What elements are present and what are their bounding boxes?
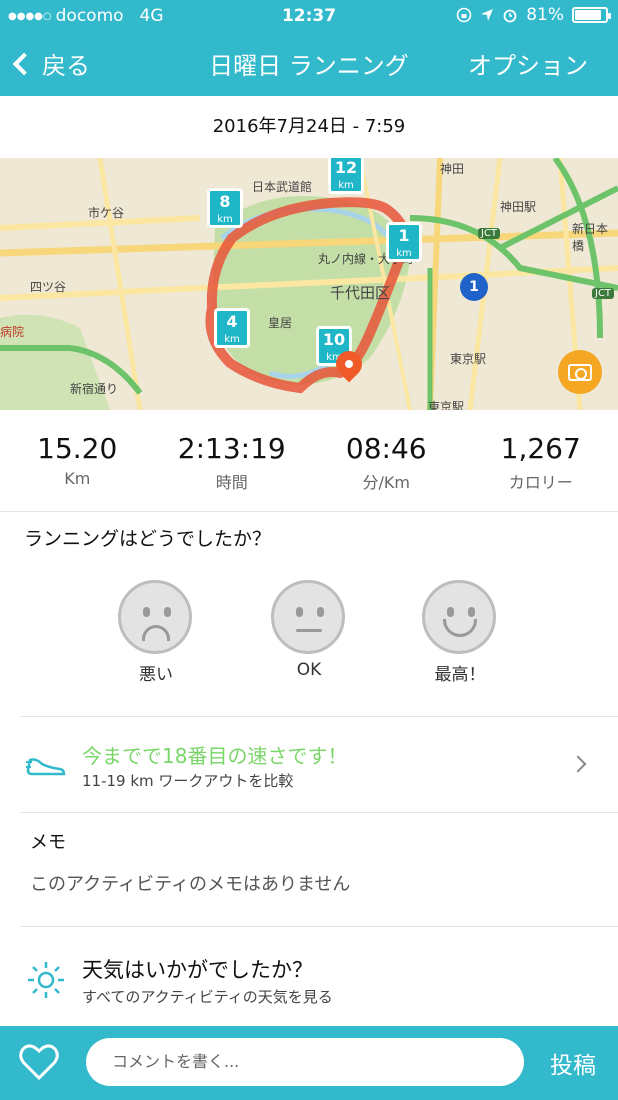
divider xyxy=(20,926,618,927)
feedback-ok-button[interactable]: OK xyxy=(271,580,347,680)
feedback-bad-button[interactable]: 悪い xyxy=(118,580,194,685)
heart-icon[interactable] xyxy=(18,1042,60,1082)
alarm-icon xyxy=(503,9,517,23)
status-right: 81% xyxy=(456,5,611,25)
stat-value: 1,267 xyxy=(500,432,581,465)
map-label: 東京駅 xyxy=(450,352,487,366)
map-label: 新日本橋 xyxy=(572,222,609,253)
stat-value: 2:13:19 xyxy=(177,432,286,465)
happy-face-icon xyxy=(422,580,496,654)
feedback-options: 悪い OK 最高！ xyxy=(0,580,618,690)
feedback-great-button[interactable]: 最高！ xyxy=(422,580,498,685)
distance-marker[interactable]: 12 km xyxy=(328,158,364,194)
compare-subtitle: 11-19 km ワークアウトを比較 xyxy=(82,772,294,790)
chevron-right-icon xyxy=(569,755,587,773)
comment-bar: コメントを書く... 投稿 xyxy=(0,1026,618,1100)
map-label: 東京駅 xyxy=(428,400,465,410)
location-arrow-icon xyxy=(481,9,494,21)
stat-calories: 1,267 カロリー xyxy=(464,410,618,511)
stat-pace: 08:46 分/Km xyxy=(309,410,464,511)
battery-percent: 81% xyxy=(526,5,564,25)
marker-num: 12 xyxy=(334,158,358,177)
stat-unit: 時間 xyxy=(215,473,248,492)
feedback-label: OK xyxy=(296,660,322,680)
route-map[interactable]: 日本武道館 市ケ谷 四ツ谷 神田 神田駅 新日本橋 丸ノ内線・大手町 千代田区 … xyxy=(0,158,618,410)
marker-num: 4 xyxy=(226,312,238,331)
comment-input[interactable]: コメントを書く... xyxy=(86,1038,524,1086)
marker-num: 10 xyxy=(322,330,346,349)
divider xyxy=(20,812,618,813)
map-label: 四ツ谷 xyxy=(30,280,67,294)
battery-icon xyxy=(572,7,611,23)
weather-row[interactable]: 天気はいかがでしたか？ すべてのアクティビティの天気を見る xyxy=(0,928,618,1024)
feedback-label: 悪い xyxy=(139,665,173,685)
map-label: 千代田区 xyxy=(330,284,391,302)
distance-marker[interactable]: 8 km xyxy=(207,188,243,228)
map-label: JCT xyxy=(592,288,615,299)
options-button[interactable]: オプション xyxy=(468,46,588,81)
post-button[interactable]: 投稿 xyxy=(550,1046,596,1080)
distance-marker[interactable]: 1 km xyxy=(386,222,422,262)
stat-unit: 分/Km xyxy=(362,473,410,492)
sad-face-icon xyxy=(118,580,192,654)
feedback-label: 最高！ xyxy=(434,665,486,685)
stat-unit: Km xyxy=(64,469,91,488)
add-photo-button[interactable] xyxy=(558,350,602,394)
stats-row: 15.20 Km 2:13:19 時間 08:46 分/Km 1,267 カロリ… xyxy=(0,410,618,512)
memo-title: メモ xyxy=(30,832,66,853)
compare-title: 今までで18番目の速さです！ xyxy=(82,744,348,768)
map-label: 皇居 xyxy=(268,316,293,330)
map-label: 病院 xyxy=(0,325,25,339)
nav-bar: 戻る 日曜日 ランニング オプション xyxy=(0,32,618,96)
map-label: 神田 xyxy=(440,162,465,176)
map-label: JCT xyxy=(478,228,501,239)
map-canvas xyxy=(0,158,618,410)
feedback-question: ランニングはどうでしたか？ xyxy=(24,528,272,550)
distance-marker[interactable]: 4 km xyxy=(214,308,250,348)
memo-empty-text[interactable]: このアクティビティのメモはありません xyxy=(30,870,350,896)
marker-num: 8 xyxy=(219,192,231,211)
map-label: 神田駅 xyxy=(500,200,537,214)
map-label: 日本武道館 xyxy=(252,180,313,194)
stat-value: 08:46 xyxy=(345,432,427,465)
marker-num: 1 xyxy=(398,226,410,245)
weather-subtitle: すべてのアクティビティの天気を見る xyxy=(82,988,333,1006)
stat-distance: 15.20 Km xyxy=(0,410,155,511)
activity-date: 2016年7月24日 - 7:59 xyxy=(212,116,406,137)
marker-unit: km xyxy=(217,214,233,225)
sun-icon xyxy=(28,962,64,998)
map-label: 新宿通り xyxy=(70,382,119,396)
neutral-face-icon xyxy=(271,580,345,654)
compare-workouts-row[interactable]: 今までで18番目の速さです！ 11-19 km ワークアウトを比較 xyxy=(0,718,618,812)
marker-unit: km xyxy=(338,180,354,191)
app-header: ●●●●○ docomo 4G 12:37 81% 戻る 日曜日 ランニング オ… xyxy=(0,0,618,96)
camera-icon xyxy=(568,363,592,381)
orientation-lock-icon xyxy=(456,7,472,23)
divider xyxy=(20,716,618,717)
weather-title: 天気はいかがでしたか？ xyxy=(82,958,313,982)
marker-unit: km xyxy=(224,334,240,345)
marker-unit: km xyxy=(396,248,412,259)
stat-unit: カロリー xyxy=(508,473,573,492)
stat-value: 15.20 xyxy=(37,432,118,465)
running-shoe-icon xyxy=(26,758,66,776)
map-label: 1 xyxy=(460,273,488,301)
stat-duration: 2:13:19 時間 xyxy=(155,410,310,511)
map-label: 市ケ谷 xyxy=(88,206,125,220)
status-bar: ●●●●○ docomo 4G 12:37 81% xyxy=(0,0,618,32)
